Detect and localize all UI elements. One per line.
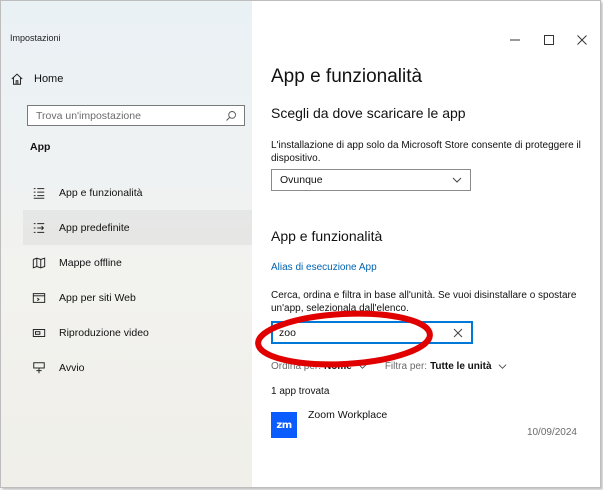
app-search-value: zoo [279,326,296,339]
settings-search-input[interactable]: Trova un'impostazione [27,105,245,126]
app-list-icon [33,187,45,199]
video-icon [32,328,46,337]
app-name: Zoom Workplace [308,409,388,421]
page-title: App e funzionalità [271,66,423,87]
filter-by-dropdown[interactable]: Filtra per: Tutte le unità [385,361,507,372]
web-app-icon [32,292,46,303]
filter-description: Cerca, ordina e filtra in base all'unità… [271,290,577,314]
search-icon [226,110,236,121]
source-description: L'installazione di app solo da Microsoft… [271,140,581,164]
filter-prefix: Filtra per: [384,361,428,372]
chevron-down-icon [358,364,367,369]
app-source-value: Ovunque [280,174,323,186]
sidebar-item-riproduzione-video[interactable]: Riproduzione video [23,315,252,350]
sidebar-nav: App e funzionalità App predefinite Mappe… [23,175,252,385]
section-label-app: App [30,141,51,153]
home-nav-item[interactable]: Home [10,69,242,89]
sidebar-item-avvio[interactable]: Avvio [23,350,252,385]
sidebar-item-label: App e funzionalità [59,186,143,199]
source-heading: Scegli da dove scaricare le app [271,105,466,121]
search-placeholder: Trova un'impostazione [36,109,141,122]
maximize-icon [544,35,554,45]
close-button[interactable] [567,29,597,51]
window-title: Impostazioni [10,33,61,43]
app-install-date: 10/09/2024 [526,427,577,438]
settings-window: Impostazioni Home Trova un'impostazione … [0,0,601,488]
app-source-dropdown[interactable]: Ovunque [271,169,471,191]
sidebar-item-app-predefinite[interactable]: App predefinite [23,210,252,245]
home-icon [11,73,23,85]
minimize-icon [510,39,520,41]
home-label: Home [34,73,64,85]
close-icon [577,35,587,45]
app-search-input[interactable]: zoo [271,321,473,344]
sidebar-item-app-per-siti-web[interactable]: App per siti Web [23,280,252,315]
minimize-button[interactable] [500,29,530,51]
sidebar-item-label: Mappe offline [59,256,122,269]
sidebar-item-mappe-offline[interactable]: Mappe offline [23,245,252,280]
sort-prefix: Ordina per: [271,361,322,372]
app-list-item[interactable]: zm Zoom Workplace 10/09/2024 [271,406,581,440]
zoom-app-icon: zm [271,412,297,438]
maximize-button[interactable] [534,29,564,51]
chevron-down-icon [452,177,462,183]
sort-by-dropdown[interactable]: Ordina per: Nome [271,361,367,372]
sidebar-item-label: Riproduzione video [59,326,149,339]
sort-filter-row: Ordina per: Nome Filtra per: Tutte le un… [271,361,507,372]
sidebar: Impostazioni Home Trova un'impostazione … [1,1,252,487]
sidebar-item-label: Avvio [59,361,85,374]
clear-search-icon[interactable] [453,328,463,338]
sidebar-item-label: App predefinite [59,221,130,234]
sidebar-item-label: App per siti Web [59,291,136,304]
map-icon [32,257,46,269]
result-count: 1 app trovata [271,386,330,397]
default-apps-icon [33,222,45,233]
apps-heading: App e funzionalità [271,228,383,244]
sort-value: Nome [324,361,352,372]
filter-drive-value: Tutte le unità [430,361,492,372]
chevron-down-icon [498,364,506,369]
app-execution-alias-link[interactable]: Alias di esecuzione App [271,262,377,273]
startup-icon [33,361,45,373]
sidebar-item-app-e-funzionalita[interactable]: App e funzionalità [23,175,252,210]
